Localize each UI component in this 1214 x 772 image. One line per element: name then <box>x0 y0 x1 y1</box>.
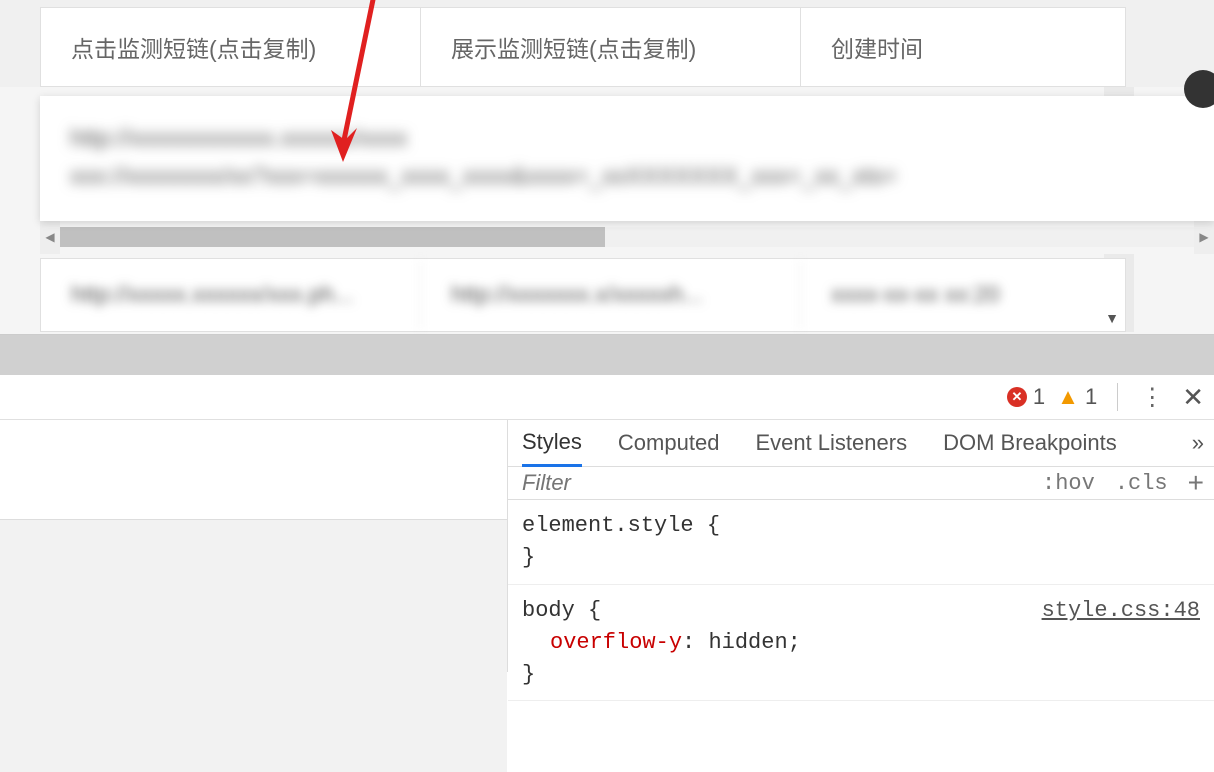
tab-computed[interactable]: Computed <box>618 421 720 465</box>
css-value[interactable]: hidden <box>708 630 787 655</box>
tooltip-line2: xxx://xxxxxxxx/xx?xxx=xxxxxx_xxxx_xxxx&x… <box>70 158 1184 196</box>
devtools-panel: ✕ 1 ▲ 1 ⋮ ✕ Styles Computed Event Listen… <box>0 375 1214 672</box>
scroll-left-button[interactable]: ◀ <box>40 220 60 254</box>
add-rule-button[interactable]: + <box>1178 467 1214 499</box>
close-icon[interactable]: ✕ <box>1178 382 1208 413</box>
dropdown-caret-icon[interactable]: ▼ <box>1105 310 1119 326</box>
cell-display-link[interactable]: http://xxxxxxx.x/xxxxxh... <box>421 259 801 331</box>
elements-fill <box>0 520 507 772</box>
warning-icon[interactable]: ▲ <box>1057 384 1079 410</box>
tab-event-listeners[interactable]: Event Listeners <box>755 421 907 465</box>
styles-panel: Styles Computed Event Listeners DOM Brea… <box>508 420 1214 672</box>
cell-click-link[interactable]: http://xxxxx.xxxxxx/xxx.ph... <box>41 259 421 331</box>
css-rule-body[interactable]: style.css:48 body { overflow-y: hidden; … <box>508 585 1214 702</box>
tooltip-line1: http://xxxxxxxxxxxx.xxxxxx/xxxx <box>70 120 1184 158</box>
css-close-brace: } <box>522 545 535 570</box>
devtools-body: Styles Computed Event Listeners DOM Brea… <box>0 420 1214 672</box>
styles-tabs: Styles Computed Event Listeners DOM Brea… <box>508 420 1214 467</box>
css-selector[interactable]: element.style { <box>522 513 720 538</box>
hov-toggle[interactable]: :hov <box>1032 471 1105 496</box>
horizontal-scrollbar[interactable]: ◀ ▶ <box>40 220 1214 254</box>
tooltip-popup: http://xxxxxxxxxxxx.xxxxxx/xxxx xxx://xx… <box>40 96 1214 221</box>
tab-styles[interactable]: Styles <box>522 420 582 467</box>
tab-dom-breakpoints[interactable]: DOM Breakpoints <box>943 421 1117 465</box>
tabs-expand-button[interactable]: » <box>1192 430 1214 456</box>
floating-action-button[interactable] <box>1184 70 1214 108</box>
error-count[interactable]: 1 <box>1033 384 1045 410</box>
elements-row[interactable] <box>0 420 507 520</box>
scroll-track[interactable] <box>60 227 1194 247</box>
table-row[interactable]: http://xxxxx.xxxxxx/xxx.ph... http://xxx… <box>40 258 1126 332</box>
css-source-link[interactable]: style.css:48 <box>1042 595 1200 627</box>
pane-divider[interactable] <box>0 335 1214 375</box>
cls-toggle[interactable]: .cls <box>1105 471 1178 496</box>
css-close-brace: } <box>522 662 535 687</box>
devtools-toolbar: ✕ 1 ▲ 1 ⋮ ✕ <box>0 375 1214 420</box>
elements-tree-panel[interactable] <box>0 420 508 672</box>
css-rule-element-style[interactable]: element.style { } <box>508 500 1214 585</box>
warning-count[interactable]: 1 <box>1085 384 1097 410</box>
table-header-click-link[interactable]: 点击监测短链(点击复制) <box>41 8 421 86</box>
table-header-row: 点击监测短链(点击复制) 展示监测短链(点击复制) 创建时间 <box>40 7 1126 87</box>
error-icon[interactable]: ✕ <box>1007 387 1027 407</box>
filter-input[interactable] <box>508 467 1032 499</box>
css-selector-body[interactable]: body { <box>522 598 601 623</box>
table-header-display-link[interactable]: 展示监测短链(点击复制) <box>421 8 801 86</box>
table-container: 点击监测短链(点击复制) 展示监测短链(点击复制) 创建时间 <box>0 0 1214 87</box>
scroll-right-button[interactable]: ▶ <box>1194 220 1214 254</box>
scroll-thumb-horizontal[interactable] <box>60 227 605 247</box>
cell-create-time: xxxx-xx-xx xx:20 <box>801 259 1125 331</box>
toolbar-divider <box>1117 383 1118 411</box>
filter-row: :hov .cls + <box>508 467 1214 500</box>
css-property[interactable]: overflow-y <box>550 630 682 655</box>
table-header-create-time[interactable]: 创建时间 <box>801 8 1125 86</box>
upper-pane: 点击监测短链(点击复制) 展示监测短链(点击复制) 创建时间 http://xx… <box>0 0 1214 335</box>
kebab-menu-icon[interactable]: ⋮ <box>1132 383 1172 412</box>
